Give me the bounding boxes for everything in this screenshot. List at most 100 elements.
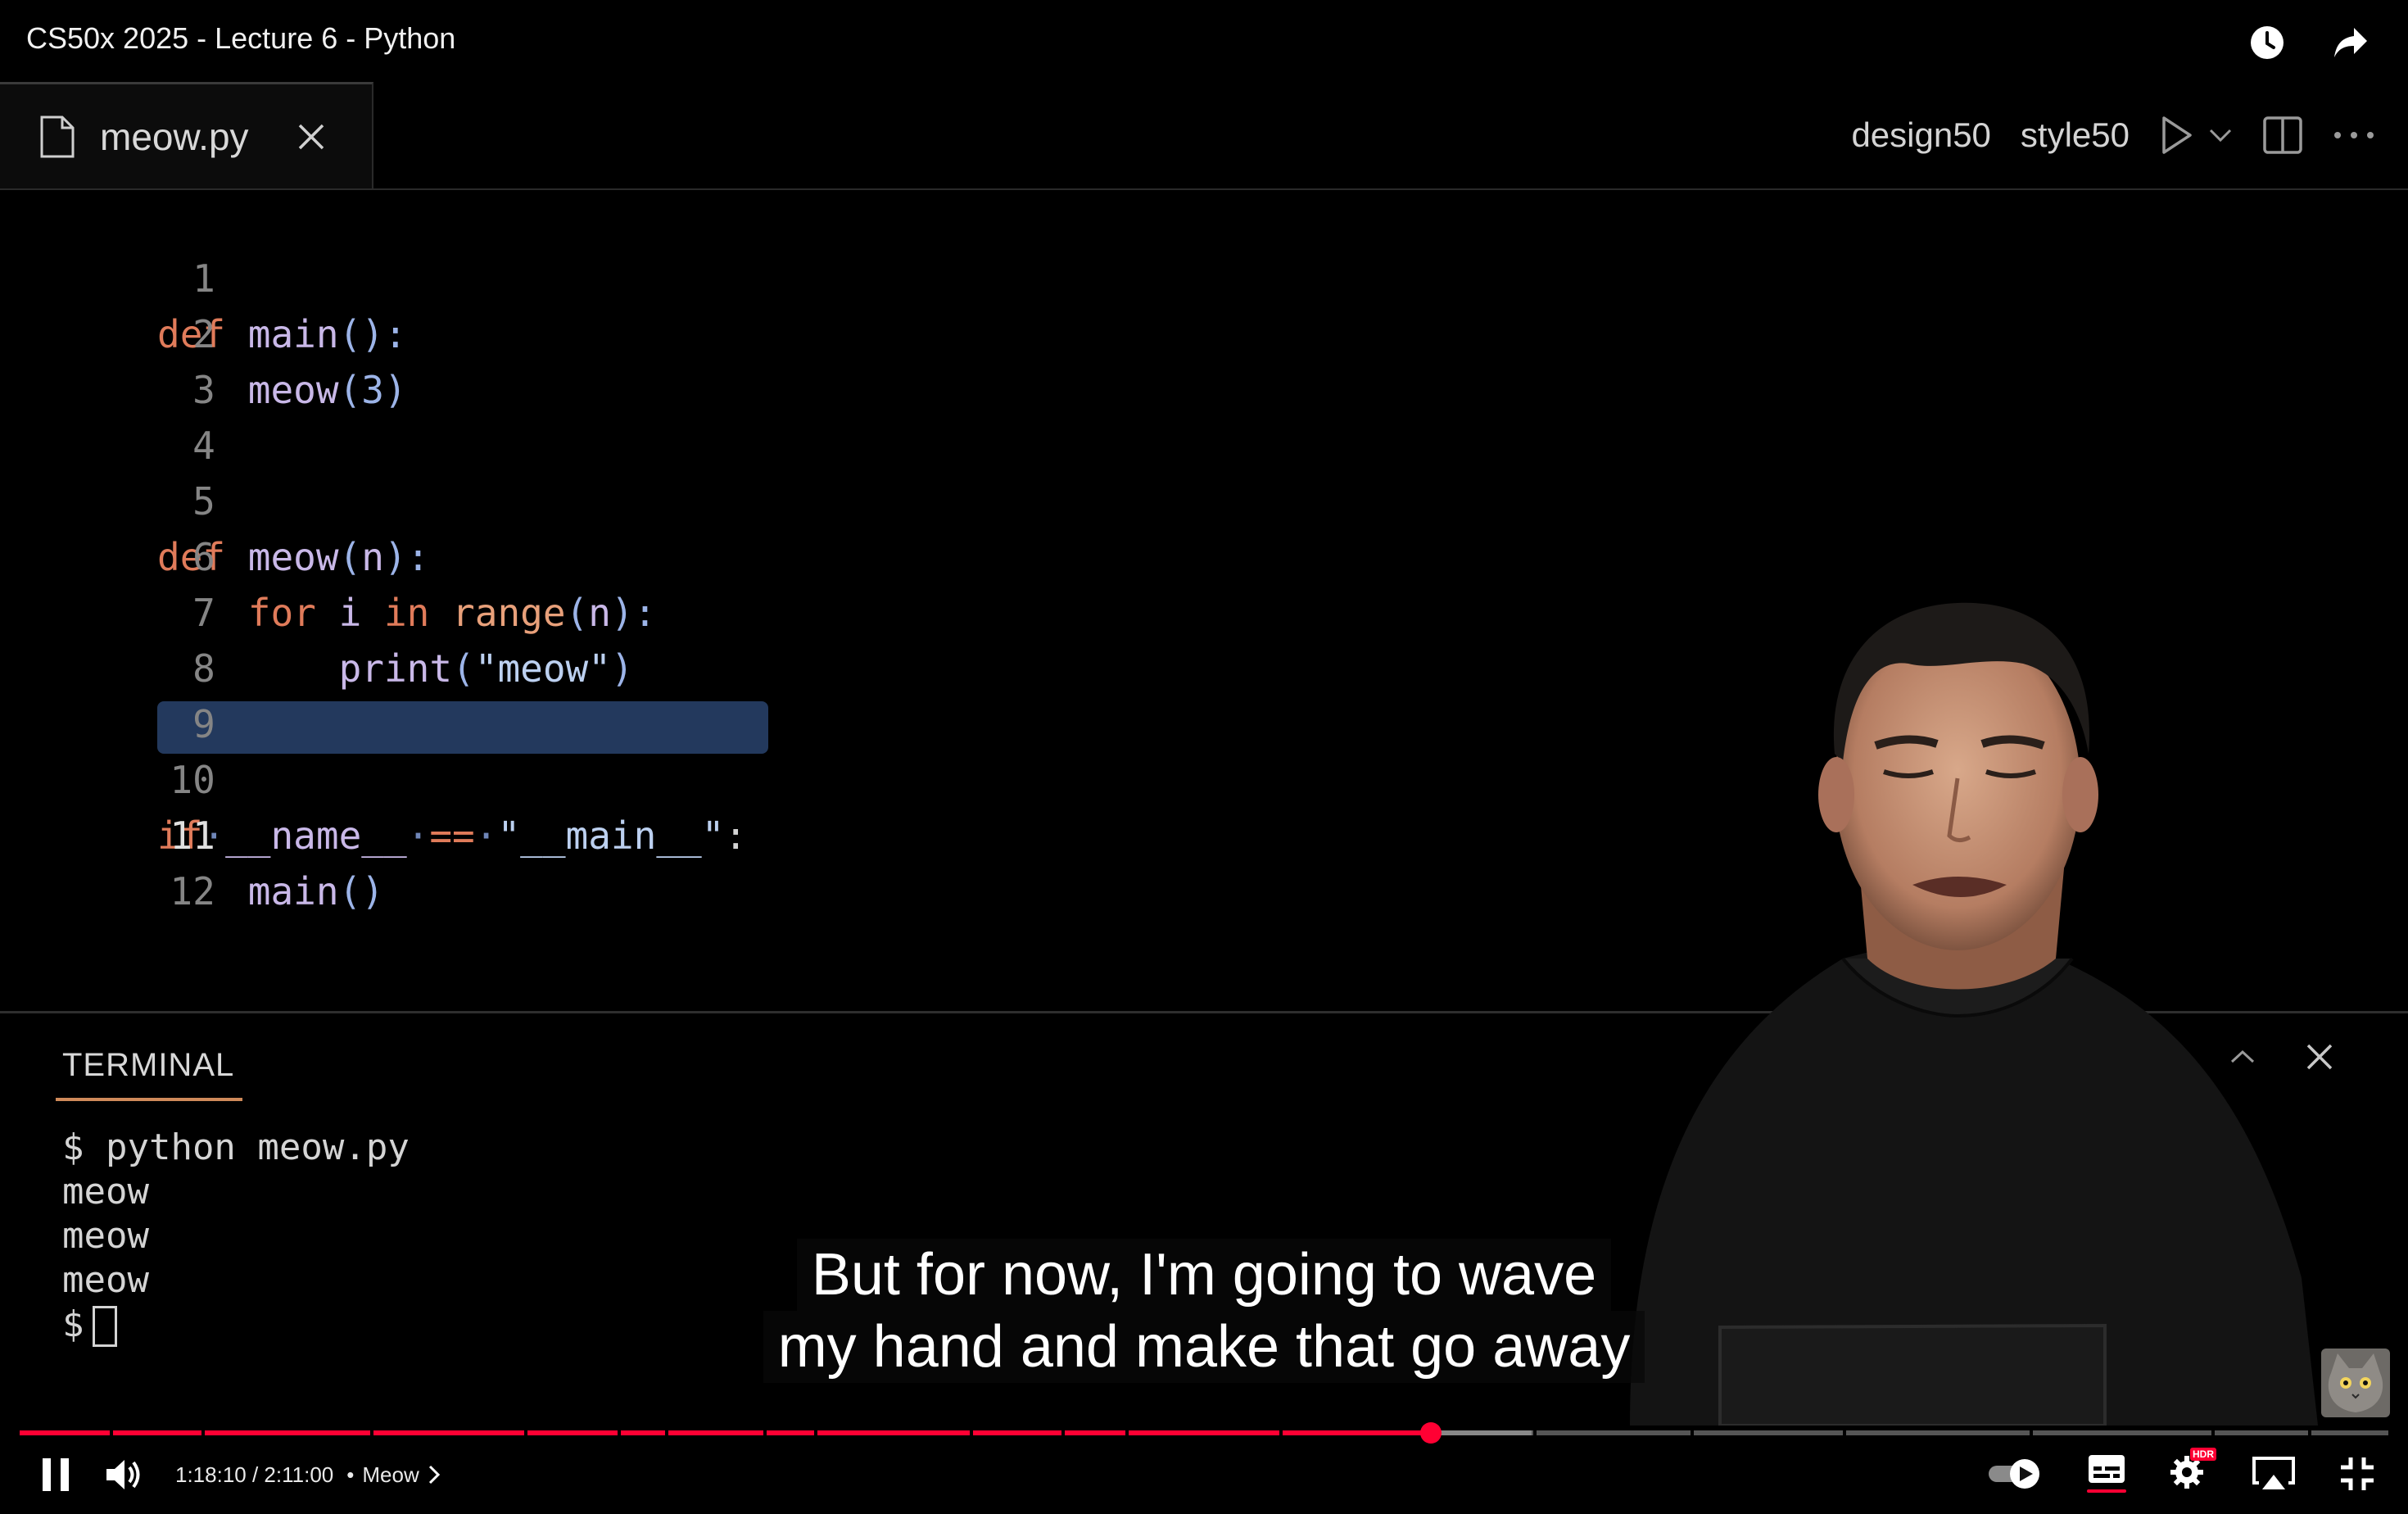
progress-played	[20, 1430, 1433, 1435]
cat-thumbnail	[2321, 1349, 2390, 1417]
chapter-marker	[665, 1430, 668, 1435]
chapter-marker	[618, 1430, 621, 1435]
chapter-marker	[110, 1430, 113, 1435]
terminal-tab[interactable]: TERMINAL	[62, 1047, 234, 1084]
line-number: 9	[192, 702, 215, 746]
chapter-marker	[2211, 1430, 2215, 1435]
chapter-marker	[370, 1430, 373, 1435]
subtitles-active-indicator	[2087, 1489, 2126, 1493]
subtitles-button[interactable]	[2087, 1453, 2126, 1494]
punctuation: (	[565, 591, 589, 635]
code-line: 2 meow(3)	[0, 251, 407, 412]
progress-scrubber[interactable]	[1420, 1422, 1442, 1444]
punctuation: )	[610, 646, 634, 691]
punctuation: (	[338, 368, 362, 412]
caption-line: my hand and make that go away	[763, 1311, 1645, 1383]
code-line: 7 print("meow")	[0, 529, 634, 691]
airplay-icon[interactable]	[2251, 1455, 2297, 1493]
more-actions-icon[interactable]	[2333, 130, 2375, 140]
close-icon[interactable]	[295, 120, 328, 153]
function-name: meow	[247, 535, 339, 579]
builtin-function: range	[429, 591, 566, 635]
string-literal: "__main__"	[497, 814, 725, 858]
subtitles-icon	[2089, 1455, 2125, 1483]
volume-icon[interactable]	[105, 1457, 143, 1493]
whitespace-marker: ·	[474, 814, 498, 858]
pause-icon[interactable]	[39, 1457, 72, 1493]
line-number: 10	[170, 758, 215, 802]
chapter-marker	[1279, 1430, 1283, 1435]
tab-filename: meow.py	[100, 115, 249, 158]
chapter-marker	[2030, 1430, 2033, 1435]
code-line: 9	[0, 641, 215, 746]
line-number: 8	[192, 646, 215, 691]
string-literal: "meow"	[474, 646, 611, 691]
close-panel-icon[interactable]	[2305, 1042, 2334, 1072]
chevron-up-icon[interactable]	[2229, 1049, 2256, 1065]
run-icon[interactable]	[2159, 115, 2195, 156]
clock-icon	[2251, 26, 2284, 59]
punctuation: ):	[383, 535, 430, 579]
tab-meow-py[interactable]: meow.py	[0, 82, 373, 188]
split-editor-icon[interactable]	[2262, 116, 2303, 155]
chapter-separator: •	[346, 1462, 355, 1487]
share-button[interactable]	[2326, 18, 2375, 67]
function-call: meow	[247, 368, 339, 412]
chapter-marker	[970, 1430, 973, 1435]
video-title[interactable]: CS50x 2025 - Lecture 6 - Python	[26, 21, 455, 56]
dunder-name: __name__	[225, 814, 407, 858]
chapter-marker	[1125, 1430, 1129, 1435]
autoplay-toggle-icon[interactable]	[1987, 1457, 2044, 1490]
punctuation: ):	[610, 591, 657, 635]
player-controls-left: 1:18:10 / 2:11:00 • Meow	[39, 1450, 441, 1499]
line-number: 11	[170, 814, 215, 858]
punctuation: ():	[338, 312, 407, 356]
function-name: main	[247, 312, 339, 356]
code-line: 1 def main():	[0, 195, 407, 356]
code-line: 8	[0, 585, 215, 691]
terminal-line: $ python meow.py	[62, 1126, 410, 1168]
code-line: 4	[0, 362, 215, 468]
chapter-button[interactable]: • Meow	[346, 1462, 440, 1488]
chevron-down-icon[interactable]	[2208, 127, 2233, 143]
code-line: 3	[0, 306, 215, 412]
code-line: 5 def meow(n):	[0, 418, 429, 579]
watch-later-button[interactable]	[2243, 18, 2292, 67]
terminal-tab-underline	[56, 1098, 242, 1101]
punctuation: )	[383, 368, 407, 412]
keyword: in	[383, 591, 430, 635]
line-number: 7	[192, 591, 215, 635]
chapter-marker	[1691, 1430, 1694, 1435]
line-number: 1	[192, 256, 215, 301]
progress-buffered	[1433, 1430, 1532, 1435]
builtin-function: print	[338, 646, 453, 691]
design50-button[interactable]: design50	[1851, 116, 1990, 155]
parameter: n	[361, 535, 384, 579]
code-line: 10 if·__name__·==·"__main__":	[0, 696, 747, 858]
line-number: 5	[192, 479, 215, 524]
number-literal: 3	[361, 368, 384, 412]
line-number: 12	[170, 869, 215, 913]
line-number: 2	[192, 312, 215, 356]
punctuation: ()	[338, 869, 384, 913]
chapter-marker	[201, 1430, 205, 1435]
code-line: 6 for i in range(n):	[0, 474, 656, 635]
caption-line: But for now, I'm going to wave	[796, 1239, 1612, 1311]
parameter: n	[588, 591, 611, 635]
punctuation: (	[452, 646, 475, 691]
line-number: 4	[192, 424, 215, 468]
settings-button[interactable]: HDR	[2169, 1448, 2216, 1494]
keyword: for	[247, 591, 316, 635]
terminal-controls	[2229, 1042, 2334, 1072]
hdr-badge: HDR	[2190, 1448, 2216, 1461]
punctuation: (	[338, 535, 362, 579]
operator: ==	[429, 814, 475, 858]
style50-button[interactable]: style50	[2021, 116, 2130, 155]
variable: i	[315, 591, 384, 635]
chapter-title: Meow	[362, 1462, 419, 1487]
chapter-marker	[524, 1430, 527, 1435]
chapter-marker	[763, 1430, 767, 1435]
function-call: main	[247, 869, 339, 913]
text-selection	[157, 701, 768, 754]
exit-fullscreen-icon[interactable]	[2339, 1456, 2375, 1492]
